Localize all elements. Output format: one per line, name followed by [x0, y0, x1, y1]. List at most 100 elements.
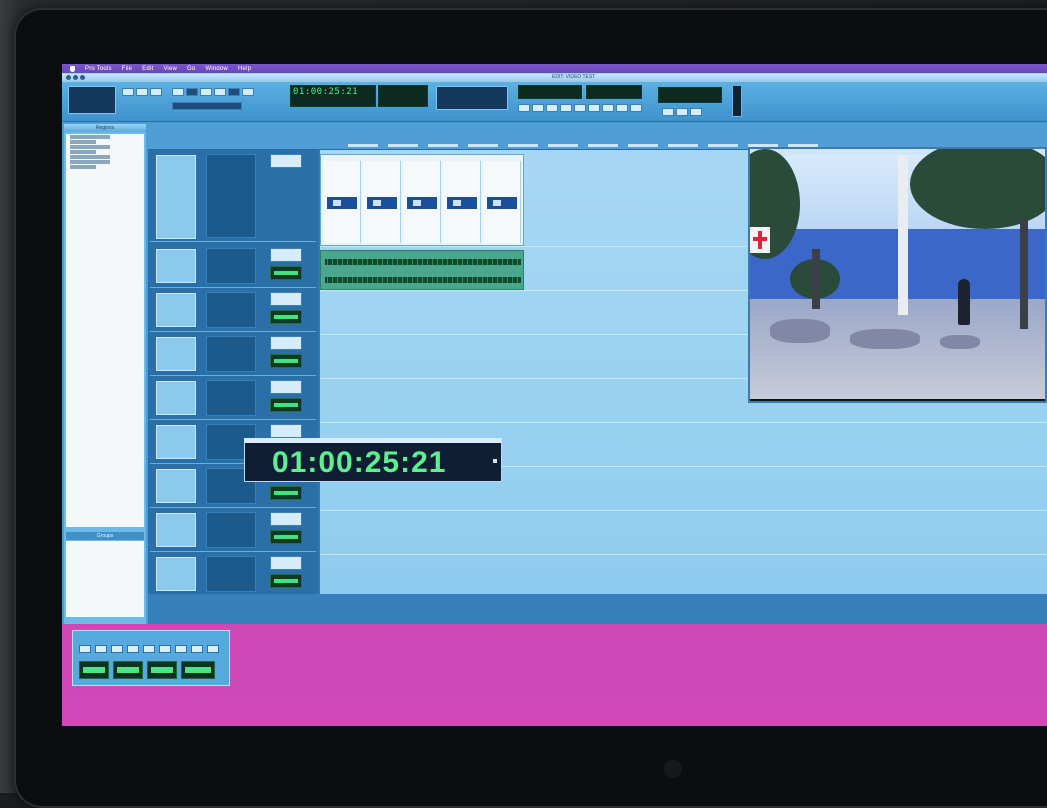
- track-header[interactable]: [150, 334, 316, 376]
- loop-button[interactable]: [207, 645, 219, 653]
- track-io[interactable]: [270, 154, 302, 168]
- menu-file[interactable]: File: [122, 66, 132, 72]
- selection-counter[interactable]: [378, 85, 428, 107]
- online-button[interactable]: [602, 104, 614, 112]
- track-io[interactable]: [270, 380, 302, 394]
- smart-tool-button[interactable]: [242, 88, 254, 96]
- menu-edit[interactable]: Edit: [142, 66, 153, 72]
- metronome-button[interactable]: [662, 108, 674, 116]
- list-item[interactable]: [70, 155, 110, 159]
- track-controls[interactable]: [206, 154, 256, 238]
- track-name[interactable]: [156, 155, 196, 239]
- online-button[interactable]: [79, 645, 91, 653]
- zoom-button[interactable]: [122, 88, 134, 96]
- conductor-button[interactable]: [676, 108, 688, 116]
- menu-pro-tools[interactable]: Pro Tools: [85, 66, 112, 72]
- main-counter[interactable]: 01:00:25:21: [290, 85, 376, 107]
- track-fader[interactable]: [206, 336, 256, 372]
- return-to-zero-button[interactable]: [616, 104, 628, 112]
- record-button[interactable]: [574, 104, 586, 112]
- track-io[interactable]: [270, 248, 302, 262]
- horizontal-scrollbar[interactable]: [148, 594, 1047, 624]
- track-io[interactable]: [270, 292, 302, 306]
- track-name[interactable]: [156, 293, 196, 327]
- track-fader[interactable]: [206, 248, 256, 284]
- track-fader[interactable]: [206, 512, 256, 548]
- edit-mode-panel[interactable]: [68, 86, 116, 114]
- track-header[interactable]: [150, 246, 316, 288]
- track-name[interactable]: [156, 381, 196, 415]
- list-item[interactable]: [70, 140, 96, 144]
- menu-go[interactable]: Go: [187, 66, 195, 72]
- selector-tool-button[interactable]: [186, 88, 198, 96]
- pencil-tool-button[interactable]: [228, 88, 240, 96]
- track-io[interactable]: [270, 336, 302, 350]
- go-to-end-button[interactable]: [143, 645, 155, 653]
- rewind-button[interactable]: [111, 645, 123, 653]
- go-to-end-button[interactable]: [630, 104, 642, 112]
- play-button[interactable]: [560, 104, 572, 112]
- rewind-button[interactable]: [518, 104, 530, 112]
- sub-counter-mini: [113, 661, 143, 679]
- track-name[interactable]: [156, 557, 196, 591]
- list-item[interactable]: [70, 150, 96, 154]
- track-header[interactable]: [150, 510, 316, 552]
- nudge-panel[interactable]: [436, 86, 508, 110]
- scrubber-tool-button[interactable]: [214, 88, 226, 96]
- audio-clip[interactable]: [320, 250, 524, 290]
- track-fader[interactable]: [206, 380, 256, 416]
- menu-window[interactable]: Window: [205, 66, 228, 72]
- count-off-button[interactable]: [690, 108, 702, 116]
- track-name[interactable]: [156, 469, 196, 503]
- track-header[interactable]: [150, 290, 316, 332]
- list-item[interactable]: [70, 145, 110, 149]
- big-counter-window[interactable]: 01:00:25:21: [244, 438, 502, 482]
- groups-header[interactable]: Groups: [66, 532, 144, 540]
- track-name[interactable]: [156, 513, 196, 547]
- video-track-header[interactable]: [150, 152, 316, 242]
- video-preview-window[interactable]: [748, 147, 1047, 403]
- list-item[interactable]: [70, 160, 110, 164]
- length-display[interactable]: [586, 85, 642, 99]
- stop-button[interactable]: [546, 104, 558, 112]
- track-fader[interactable]: [206, 292, 256, 328]
- return-to-zero-button[interactable]: [95, 645, 107, 653]
- zoom-window-button[interactable]: [80, 75, 85, 80]
- regions-header[interactable]: Regions: [64, 124, 146, 132]
- window-title-bar[interactable]: EDIT: VIDEO TEST: [62, 74, 1047, 82]
- floating-transport-window[interactable]: [72, 630, 230, 686]
- grabber-tool-button[interactable]: [200, 88, 212, 96]
- trim-tool-button[interactable]: [172, 88, 184, 96]
- track-name[interactable]: [156, 249, 196, 283]
- loop-button[interactable]: [588, 104, 600, 112]
- apple-icon[interactable]: [70, 65, 75, 72]
- fast-forward-button[interactable]: [127, 645, 139, 653]
- track-io[interactable]: [270, 512, 302, 526]
- tempo-display[interactable]: [658, 87, 722, 103]
- fast-forward-button[interactable]: [532, 104, 544, 112]
- track-header[interactable]: [150, 378, 316, 420]
- close-window-button[interactable]: [66, 75, 71, 80]
- track-fader[interactable]: [206, 556, 256, 592]
- menu-view[interactable]: View: [163, 66, 177, 72]
- zoom-button[interactable]: [136, 88, 148, 96]
- start-end-display[interactable]: [518, 85, 582, 99]
- play-button[interactable]: [175, 645, 187, 653]
- track-io[interactable]: [270, 556, 302, 570]
- groups-list[interactable]: [66, 541, 144, 617]
- track-name[interactable]: [156, 425, 196, 459]
- zoom-button[interactable]: [150, 88, 162, 96]
- grid-mode-button[interactable]: [172, 102, 242, 110]
- menu-help[interactable]: Help: [238, 66, 251, 72]
- list-item[interactable]: [70, 135, 110, 139]
- list-item[interactable]: [70, 165, 96, 169]
- track-header[interactable]: [150, 554, 316, 596]
- stop-button[interactable]: [159, 645, 171, 653]
- track-name[interactable]: [156, 337, 196, 371]
- minimize-window-button[interactable]: [73, 75, 78, 80]
- record-button[interactable]: [191, 645, 203, 653]
- regions-list[interactable]: [66, 134, 144, 527]
- track-io[interactable]: [270, 424, 302, 438]
- counter-options-icon[interactable]: [493, 459, 497, 463]
- video-clip[interactable]: [320, 154, 524, 246]
